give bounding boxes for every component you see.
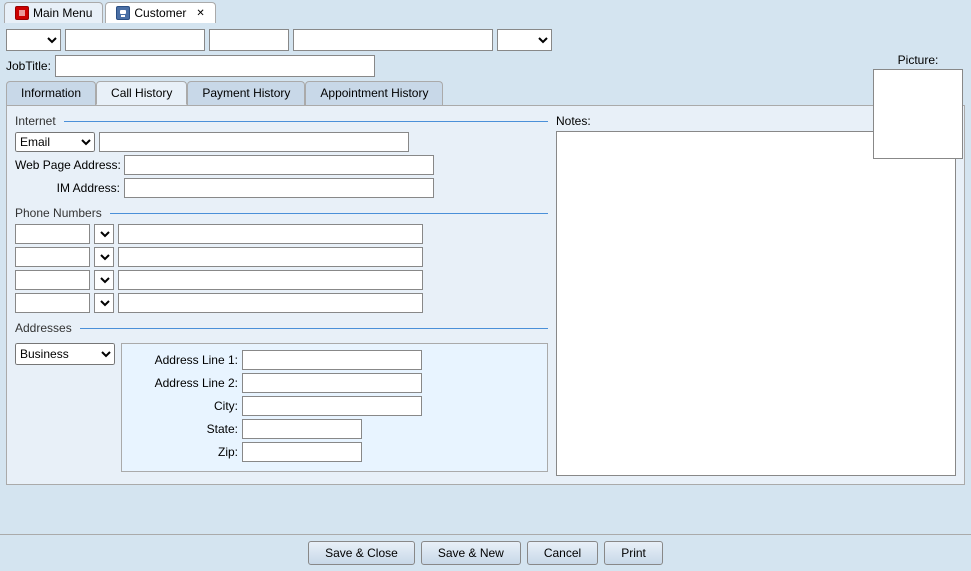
- phone-number-1[interactable]: [118, 224, 423, 244]
- addresses-section-title: Addresses: [15, 321, 548, 335]
- jobtitle-input[interactable]: [55, 55, 375, 77]
- title-bar: Main Menu Customer ✕: [0, 0, 971, 25]
- phone-select-1[interactable]: ▼: [94, 224, 114, 244]
- phone-type-3[interactable]: [15, 270, 90, 290]
- webpage-input[interactable]: [124, 155, 434, 175]
- main-menu-icon: [15, 6, 29, 20]
- phone-number-4[interactable]: [118, 293, 423, 313]
- internet-section-title: Internet: [15, 114, 548, 128]
- jobtitle-label: JobTitle:: [6, 59, 51, 73]
- main-menu-tab[interactable]: Main Menu: [4, 2, 103, 23]
- middle-name-input[interactable]: [209, 29, 289, 51]
- addr-line1-input[interactable]: [242, 350, 422, 370]
- addr-city-label: City:: [128, 399, 238, 413]
- addr-zip-input[interactable]: [242, 442, 362, 462]
- im-input[interactable]: [124, 178, 434, 198]
- addr-state-row: State:: [128, 419, 541, 439]
- addr-state-label: State:: [128, 422, 238, 436]
- email-input[interactable]: [99, 132, 409, 152]
- phone-section: Phone Numbers ▼ ▼: [15, 206, 548, 313]
- phone-row-1: ▼: [15, 224, 548, 244]
- phone-type-2[interactable]: [15, 247, 90, 267]
- addr-line2-row: Address Line 2:: [128, 373, 541, 393]
- jobtitle-row: JobTitle:: [6, 55, 965, 77]
- customer-label: Customer: [134, 6, 186, 20]
- notes-textarea[interactable]: [556, 131, 956, 476]
- im-label: IM Address:: [15, 181, 120, 195]
- addr-line2-input[interactable]: [242, 373, 422, 393]
- tab-panel: Internet Email Email 2 Email 3 Web Page …: [6, 105, 965, 485]
- addr-zip-label: Zip:: [128, 445, 238, 459]
- address-inner: Address Line 1: Address Line 2: City:: [121, 343, 548, 472]
- tab-call-history[interactable]: Call History: [96, 81, 187, 105]
- tabs-container: Information Call History Payment History…: [6, 81, 965, 105]
- phone-row-4: ▼: [15, 293, 548, 313]
- phone-type-4[interactable]: [15, 293, 90, 313]
- phone-type-1[interactable]: [15, 224, 90, 244]
- picture-area: Picture:: [873, 53, 963, 159]
- addr-line1-row: Address Line 1:: [128, 350, 541, 370]
- addresses-section: Addresses Business Home Other Address Li…: [15, 321, 548, 472]
- address-type-select[interactable]: Business Home Other: [15, 343, 115, 365]
- addr-zip-row: Zip:: [128, 442, 541, 462]
- addr-state-input[interactable]: [242, 419, 362, 439]
- save-close-button[interactable]: Save & Close: [308, 541, 415, 565]
- addr-line2-label: Address Line 2:: [128, 376, 238, 390]
- suffix-select[interactable]: Jr. Sr.: [497, 29, 552, 51]
- phone-number-2[interactable]: [118, 247, 423, 267]
- tab-payment-history[interactable]: Payment History: [187, 81, 305, 105]
- name-row: Mr. Mrs. Ms. Dr. Jr. Sr.: [6, 29, 965, 51]
- cancel-button[interactable]: Cancel: [527, 541, 598, 565]
- main-menu-label: Main Menu: [33, 6, 92, 20]
- tab-left-content: Internet Email Email 2 Email 3 Web Page …: [15, 114, 548, 476]
- phone-row-2: ▼: [15, 247, 548, 267]
- webpage-label: Web Page Address:: [15, 158, 120, 172]
- addr-city-input[interactable]: [242, 396, 422, 416]
- addr-line1-label: Address Line 1:: [128, 353, 238, 367]
- tab-information[interactable]: Information: [6, 81, 96, 105]
- addr-city-row: City:: [128, 396, 541, 416]
- picture-label: Picture:: [873, 53, 963, 67]
- phone-select-4[interactable]: ▼: [94, 293, 114, 313]
- phone-section-title: Phone Numbers: [15, 206, 548, 220]
- email-type-select[interactable]: Email Email 2 Email 3: [15, 132, 95, 152]
- first-name-input[interactable]: [65, 29, 205, 51]
- im-row: IM Address:: [15, 178, 548, 198]
- webpage-row: Web Page Address:: [15, 155, 548, 175]
- tab-appointment-history[interactable]: Appointment History: [305, 81, 443, 105]
- tab-right-content: Notes:: [556, 114, 956, 476]
- save-new-button[interactable]: Save & New: [421, 541, 521, 565]
- close-tab-icon[interactable]: ✕: [196, 8, 204, 19]
- customer-icon: [116, 6, 130, 20]
- customer-tab[interactable]: Customer ✕: [105, 2, 215, 23]
- phone-select-3[interactable]: ▼: [94, 270, 114, 290]
- picture-box[interactable]: [873, 69, 963, 159]
- print-button[interactable]: Print: [604, 541, 663, 565]
- salutation-select[interactable]: Mr. Mrs. Ms. Dr.: [6, 29, 61, 51]
- bottom-bar: Save & Close Save & New Cancel Print: [0, 534, 971, 571]
- phone-select-2[interactable]: ▼: [94, 247, 114, 267]
- phone-number-3[interactable]: [118, 270, 423, 290]
- phone-row-3: ▼: [15, 270, 548, 290]
- internet-section: Internet Email Email 2 Email 3 Web Page …: [15, 114, 548, 198]
- last-name-input[interactable]: [293, 29, 493, 51]
- main-content: Mr. Mrs. Ms. Dr. Jr. Sr. JobTitle: Pictu…: [0, 25, 971, 489]
- email-row: Email Email 2 Email 3: [15, 132, 548, 152]
